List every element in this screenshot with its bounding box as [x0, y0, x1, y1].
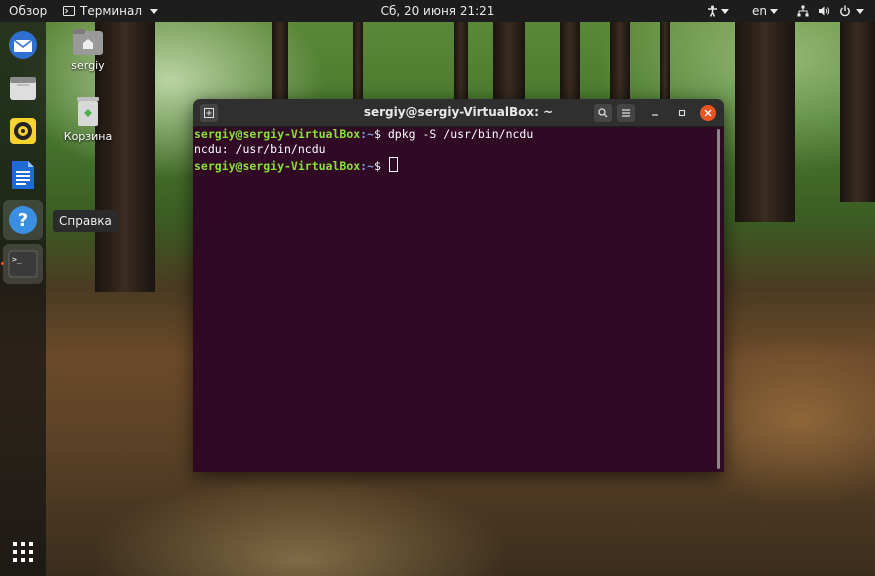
apps-grid-icon: [13, 542, 33, 562]
search-button[interactable]: [594, 104, 612, 122]
system-menu[interactable]: [797, 0, 864, 22]
help-icon: ?: [9, 206, 37, 234]
thunderbird-icon: [9, 31, 37, 59]
chevron-down-icon: [770, 9, 778, 14]
dock-tooltip: Справка: [53, 210, 118, 232]
dock-item-terminal[interactable]: >_: [3, 244, 43, 284]
dock-item-files[interactable]: [3, 68, 43, 108]
trash-icon: [77, 97, 99, 126]
command-text: $ dpkg -S /usr/bin/ncdu: [374, 127, 534, 141]
close-icon: [704, 109, 712, 117]
files-icon: [10, 77, 36, 100]
accessibility-menu[interactable]: [707, 0, 729, 22]
desktop-icon-home[interactable]: sergiy: [53, 28, 123, 72]
window-title: sergiy@sergiy-VirtualBox: ~: [363, 105, 554, 119]
accessibility-icon: [708, 5, 717, 17]
volume-icon: [819, 6, 830, 16]
prompt-path: :~: [360, 127, 375, 141]
command-text: $: [374, 159, 388, 173]
clock[interactable]: Сб, 20 июня 21:21: [0, 0, 875, 22]
menu-button[interactable]: [617, 104, 635, 122]
writer-icon: [12, 161, 34, 189]
dock: ? >_: [0, 22, 46, 576]
svg-text:?: ?: [18, 210, 28, 231]
chevron-down-icon: [721, 9, 729, 14]
terminal-line: ncdu: /usr/bin/ncdu: [194, 142, 326, 156]
maximize-icon: [678, 109, 686, 117]
svg-text:>_: >_: [12, 255, 22, 264]
close-button[interactable]: [700, 105, 716, 121]
desktop-icon-label: Корзина: [63, 130, 113, 143]
dock-item-writer[interactable]: [3, 155, 43, 195]
prompt-path: :~: [360, 159, 375, 173]
hamburger-icon: [622, 109, 630, 117]
minimize-button[interactable]: [646, 104, 664, 122]
desktop-icon-trash[interactable]: Корзина: [53, 95, 123, 143]
show-applications-button[interactable]: [3, 532, 43, 572]
maximize-button[interactable]: [673, 104, 691, 122]
search-icon: [598, 108, 608, 118]
power-icon: [840, 5, 850, 17]
desktop-icon-label: sergiy: [71, 59, 105, 72]
language-label: en: [752, 4, 767, 18]
terminal-headerbar[interactable]: sergiy@sergiy-VirtualBox: ~: [193, 99, 724, 127]
terminal-line: sergiy@sergiy-VirtualBox:~$ dpkg -S /usr…: [194, 127, 724, 142]
rhythmbox-icon: [10, 118, 36, 144]
running-indicator: [1, 262, 4, 265]
terminal-icon: >_: [8, 250, 38, 278]
terminal-line: sergiy@sergiy-VirtualBox:~$: [194, 157, 724, 173]
top-bar: Обзор Терминал Сб, 20 июня 21:21 en: [0, 0, 875, 22]
chevron-down-icon: [856, 8, 864, 14]
terminal-window[interactable]: sergiy@sergiy-VirtualBox: ~ sergiy@sergi…: [193, 99, 724, 472]
terminal-output[interactable]: sergiy@sergiy-VirtualBox:~$ dpkg -S /usr…: [193, 127, 724, 472]
scrollbar[interactable]: [717, 129, 720, 469]
minimize-icon: [652, 114, 658, 116]
dock-item-help[interactable]: ?: [3, 200, 43, 240]
home-folder-icon: [73, 29, 103, 55]
keyboard-layout-menu[interactable]: en: [752, 0, 778, 22]
prompt-user-host: sergiy@sergiy-VirtualBox: [194, 127, 361, 141]
network-icon: [797, 5, 809, 17]
dock-item-thunderbird[interactable]: [3, 25, 43, 65]
dock-item-rhythmbox[interactable]: [3, 111, 43, 151]
prompt-user-host: sergiy@sergiy-VirtualBox: [194, 159, 361, 173]
text-cursor: [388, 157, 398, 172]
